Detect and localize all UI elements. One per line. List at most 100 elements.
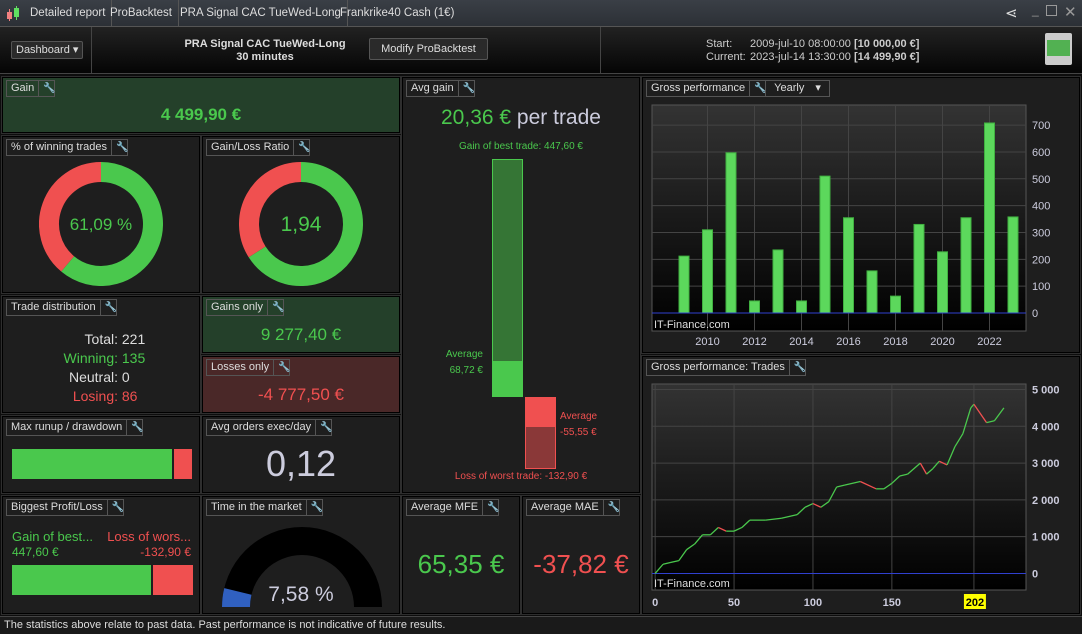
biggest-profit-loss-panel: Biggest Profit/Loss 🔧 Gain of best... 447… — [1, 495, 201, 615]
x-tick-label: 2014 — [789, 336, 813, 348]
wrench-icon[interactable]: 🔧 — [482, 500, 500, 515]
maximize-icon[interactable] — [1046, 5, 1057, 16]
total-value: 221 — [121, 331, 146, 347]
worst-loss-value: -132,90 € — [140, 545, 191, 559]
y-tick-label: 3 000 — [1032, 458, 1060, 470]
worst-trade-label: Loss of worst trade: -132,90 € — [454, 471, 588, 482]
y-tick-label: 700 — [1032, 120, 1050, 132]
bar-2011 — [725, 152, 737, 314]
tab-probacktest[interactable]: ProBacktest — [104, 0, 179, 27]
y-tick-label: 100 — [1032, 281, 1050, 293]
share-icon[interactable]: ⋖ — [1005, 4, 1018, 22]
profit-bar — [12, 565, 151, 595]
modify-probacktest-button[interactable]: Modify ProBacktest — [369, 38, 488, 60]
panel-title: Avg orders exec/day — [211, 421, 312, 433]
y-tick-label: 500 — [1032, 174, 1050, 186]
wrench-icon[interactable]: 🔧 — [315, 420, 333, 435]
bar-2015 — [819, 175, 831, 314]
x-tick-label: 2020 — [930, 336, 954, 348]
mae-value: -37,82 € — [533, 549, 629, 579]
wrench-icon[interactable]: 🔧 — [457, 81, 475, 96]
avg-loss-bar — [525, 397, 556, 427]
y-tick-label: 400 — [1032, 201, 1050, 213]
mfe-value: 65,35 € — [417, 549, 505, 579]
panel-title: Losses only — [211, 361, 270, 373]
wrench-icon[interactable]: 🔧 — [273, 360, 291, 375]
y-tick-label: 600 — [1032, 147, 1050, 159]
wrench-icon[interactable]: 🔧 — [293, 140, 311, 155]
x-tick-label: 2022 — [977, 336, 1001, 348]
panel-title: Average MFE — [411, 501, 479, 513]
y-tick-label: 1 000 — [1032, 532, 1060, 544]
gain-value: 4 499,90 € — [160, 105, 242, 124]
panel-title: % of winning trades — [11, 141, 107, 153]
avg-gain-value: 20,36 € — [441, 106, 512, 129]
x-tick-label: 150 — [883, 597, 901, 609]
bar-2013 — [772, 249, 784, 314]
tab-detailed-report[interactable]: Detailed report — [24, 0, 113, 27]
yearly-bar-chart: 2010 2012 2014 2016 2018 2020 2022 0 100 200 300 40… — [651, 104, 1050, 348]
tab-system[interactable]: PRA Signal CAC TueWed-Long — [174, 0, 348, 27]
dashboard-label: Dashboard — [16, 44, 70, 56]
wrench-icon[interactable]: 🔧 — [305, 500, 323, 515]
avg-orders-panel: Avg orders exec/day 🔧 0,12 — [201, 415, 401, 494]
gross-performance-trades-panel: Gross performance: Trades 🔧 0 50 100 150 202 0… — [641, 355, 1081, 615]
bar-2019 — [913, 223, 925, 314]
avg-loss-label: Average — [560, 411, 598, 422]
best-gain-value: 447,60 € — [12, 545, 59, 559]
start-value: [10 000,00 €] — [853, 38, 920, 50]
avg-loss-value: -55,55 € — [560, 427, 597, 438]
wrench-icon[interactable]: 🔧 — [111, 140, 128, 155]
avg-orders-value: 0,12 — [265, 443, 337, 484]
wrench-icon[interactable]: 🔧 — [99, 300, 117, 315]
neutral-label: Neutral: — [68, 369, 118, 385]
candlestick-logo-icon — [7, 6, 19, 21]
y-tick-label: 200 — [1032, 254, 1050, 266]
losing-label: Losing: — [72, 388, 118, 404]
wrench-icon[interactable]: 🔧 — [38, 81, 56, 96]
bar-2010 — [702, 229, 713, 314]
ratio-value: 1,94 — [280, 213, 322, 236]
minimize-icon[interactable]: _ — [1032, 3, 1039, 17]
bar-2017 — [866, 270, 878, 314]
avg-mfe-panel: Average MFE 🔧 65,35 € — [401, 495, 521, 615]
avg-win-bar — [492, 361, 523, 397]
losing-value: 86 — [121, 388, 138, 404]
gross-performance-yearly-panel: Gross performance 🔧 Yearly ▾ 2010 2012 2014 2… — [641, 76, 1081, 354]
worst-loss-label: Loss of wors... — [107, 529, 191, 544]
x-tick-label: 50 — [728, 597, 740, 609]
bar-2016 — [843, 217, 854, 314]
y-tick-label: 4 000 — [1032, 421, 1060, 433]
close-icon[interactable]: ✕ — [1064, 3, 1077, 21]
panel-title: Gain/Loss Ratio — [211, 141, 290, 153]
panel-title: Gains only — [211, 301, 263, 313]
watermark: IT-Finance.com — [654, 578, 730, 590]
wrench-icon[interactable]: 🔧 — [126, 420, 144, 435]
disclaimer-status: The statistics above relate to past data… — [0, 616, 1082, 634]
total-label: Total: — [84, 331, 118, 347]
avg-win-label: Average — [445, 349, 483, 360]
report-header: Dashboard ▾ PRA Signal CAC TueWed-Long 3… — [0, 27, 1082, 74]
dashboard-settings-icon[interactable] — [1045, 33, 1072, 65]
x-tick-label: 2018 — [883, 336, 907, 348]
panel-title: Max runup / drawdown — [11, 421, 123, 433]
panel-title: Trade distribution — [11, 301, 96, 313]
timeframe: 30 minutes — [236, 51, 294, 63]
y-tick-label: 5 000 — [1032, 385, 1060, 397]
runup-bar — [12, 449, 172, 479]
avg-win-value: 68,72 € — [449, 365, 483, 376]
wrench-icon[interactable]: 🔧 — [602, 500, 620, 515]
tab-instrument[interactable]: Frankrike40 Cash (1€) — [334, 0, 460, 27]
avg-gain-panel: Avg gain 🔧 20,36 € per trade Gain of best… — [401, 76, 641, 494]
bar-2012 — [749, 300, 760, 314]
bar-2009 — [678, 255, 690, 314]
dashboard-dropdown[interactable]: Dashboard ▾ — [11, 41, 84, 59]
winning-label: Winning: — [63, 350, 118, 366]
wrench-icon[interactable]: 🔧 — [106, 500, 124, 515]
loss-bar — [153, 565, 193, 595]
wrench-icon[interactable]: 🔧 — [266, 300, 284, 315]
max-runup-panel: Max runup / drawdown 🔧 — [1, 415, 201, 494]
system-name: PRA Signal CAC TueWed-Long — [184, 38, 346, 50]
drawdown-bar — [174, 449, 192, 479]
bar-2023 — [1007, 216, 1019, 314]
